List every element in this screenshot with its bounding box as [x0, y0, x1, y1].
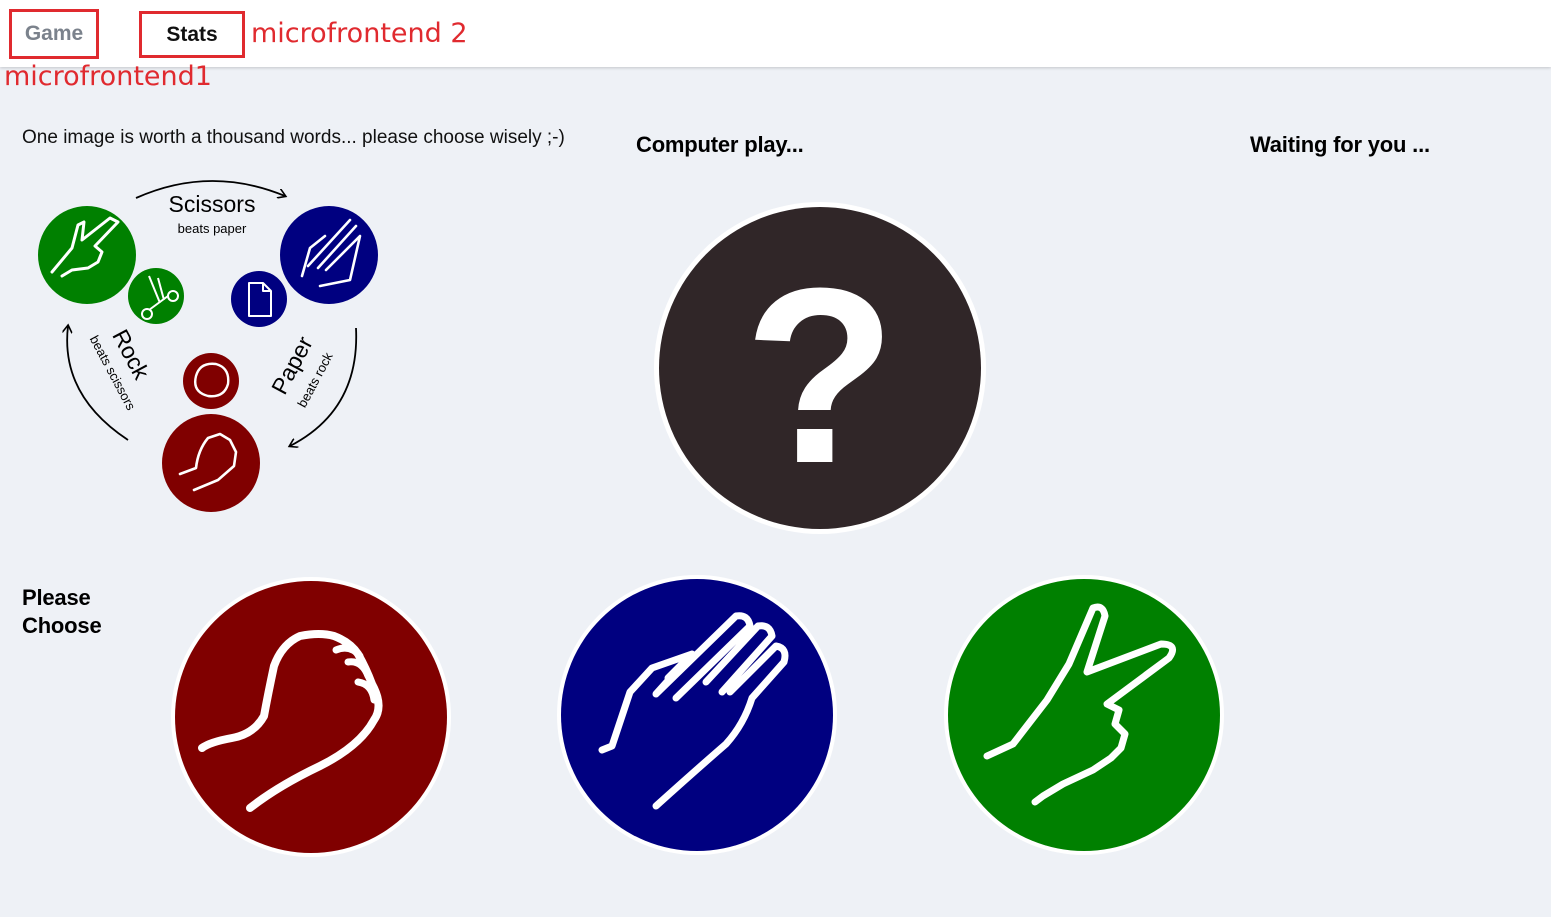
diagram-paper-icon	[280, 206, 378, 304]
please-choose-heading: Please Choose	[22, 585, 102, 638]
diagram-scissors-tool-icon	[128, 268, 184, 324]
waiting-status: Waiting for you ...	[1250, 132, 1430, 157]
computer-choice-question-icon: ?	[654, 202, 986, 534]
intro-text: One image is worth a thousand words... p…	[22, 127, 565, 148]
annotation-microfrontend-1: microfrontend1	[4, 61, 212, 92]
diagram-paper-sheet-icon	[231, 271, 287, 327]
choose-paper-button[interactable]	[556, 574, 838, 856]
question-mark: ?	[744, 236, 897, 515]
rules-diagram: Scissors beats paper Rock beats scissors…	[38, 180, 378, 512]
diagram-rock-icon	[162, 414, 260, 512]
tab-stats[interactable]: Stats	[139, 11, 245, 58]
tab-game[interactable]: Game	[9, 9, 99, 59]
diagram-scissors-label: Scissors	[169, 191, 256, 217]
diagram-scissors-caption: beats paper	[178, 221, 247, 236]
choose-rock-button[interactable]	[170, 576, 452, 858]
diagram-stone-icon	[183, 353, 239, 409]
choose-scissors-button[interactable]	[943, 574, 1225, 856]
annotation-microfrontend-2: microfrontend 2	[251, 18, 468, 49]
diagram-scissors-icon	[38, 206, 136, 304]
computer-play-heading: Computer play...	[636, 132, 804, 157]
